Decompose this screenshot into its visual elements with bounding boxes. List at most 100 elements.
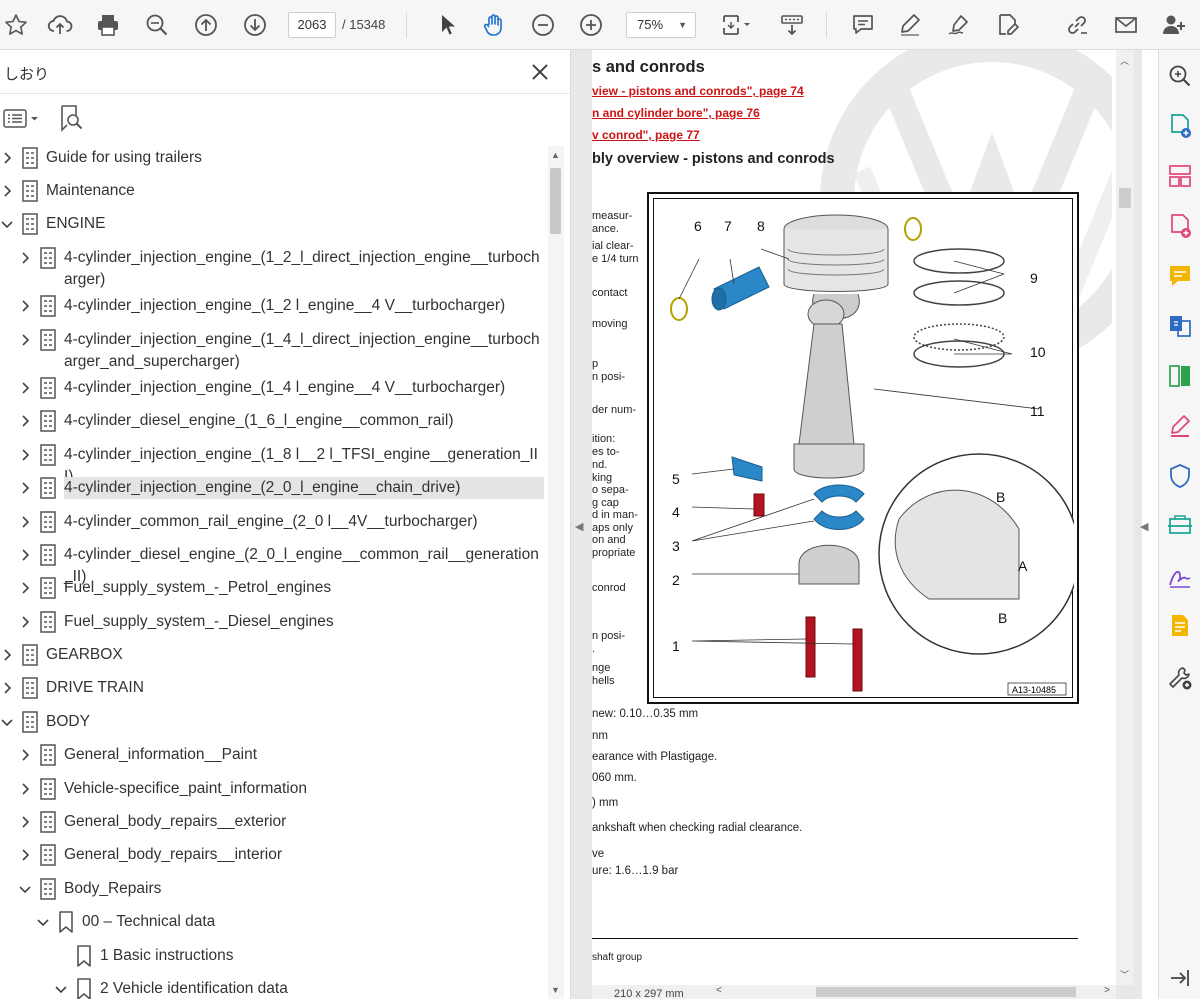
scrollbar-thumb[interactable] <box>1119 188 1131 208</box>
chevron-down-icon[interactable] <box>0 217 14 231</box>
zoom-out-icon[interactable] <box>527 9 559 41</box>
chevron-right-icon[interactable] <box>18 251 32 265</box>
document-vertical-scrollbar[interactable]: ︿ ﹀ <box>1116 50 1134 985</box>
bookmark-tree-icon <box>38 477 58 499</box>
request-signature-icon[interactable] <box>1166 562 1194 590</box>
piston-conrod-drawing: 6 7 8 9 10 11 5 4 3 2 1 B A B A13-10485 <box>670 214 1074 696</box>
bookmark-tree-icon <box>38 295 58 317</box>
note-fragment: nge <box>592 662 611 674</box>
doc-link[interactable]: view - pistons and conrods", page 74 <box>592 84 804 98</box>
link-icon[interactable] <box>1061 9 1093 41</box>
email-icon[interactable] <box>1110 9 1142 41</box>
bookmark-label: 4-cylinder_injection_engine_(1_2_l_direc… <box>64 249 540 288</box>
chevron-down-icon[interactable] <box>18 882 32 896</box>
select-arrow-icon[interactable] <box>431 9 463 41</box>
doc-link[interactable]: v conrod", page 77 <box>592 128 700 142</box>
highlight-icon[interactable] <box>894 9 926 41</box>
chevron-right-icon[interactable] <box>0 648 14 662</box>
document-viewport[interactable]: s and conrods view - pistons and conrods… <box>571 50 1142 999</box>
bookmark-scrollbar[interactable]: ▲ ▼ <box>548 146 564 999</box>
note-fragment: . <box>592 643 596 655</box>
scroll-mode-icon[interactable] <box>776 9 808 41</box>
chevron-right-icon[interactable] <box>18 448 32 462</box>
comment-tool-icon[interactable] <box>1166 262 1194 290</box>
bookmark-tree-icon <box>38 744 58 766</box>
share-user-icon[interactable] <box>1158 9 1190 41</box>
bearing-shell-upper <box>813 484 865 503</box>
spec-line: 060 mm. <box>592 772 637 784</box>
page-fit-icon[interactable] <box>716 9 756 41</box>
page-number-input[interactable]: 2063 <box>288 12 336 38</box>
export-pdf-icon[interactable] <box>1166 212 1194 240</box>
chevron-right-icon[interactable] <box>18 815 32 829</box>
more-tools-icon[interactable] <box>1166 664 1194 692</box>
scroll-up-icon[interactable]: ▲ <box>551 150 560 160</box>
create-pdf-icon[interactable] <box>1166 112 1194 140</box>
print-icon[interactable] <box>92 9 124 41</box>
find-bookmark-icon[interactable] <box>58 104 86 132</box>
protect-icon[interactable] <box>1166 462 1194 490</box>
chevron-right-icon[interactable] <box>18 581 32 595</box>
chevron-down-icon: ▼ <box>678 20 687 30</box>
close-icon[interactable] <box>528 60 552 84</box>
collapse-left-panel-icon[interactable]: ◀ <box>575 520 583 533</box>
scroll-right-icon[interactable]: > <box>1104 985 1110 996</box>
options-menu-button[interactable] <box>3 106 43 132</box>
scan-icon[interactable] <box>1166 512 1194 540</box>
scrollbar-thumb[interactable] <box>550 168 561 234</box>
upload-cloud-icon[interactable] <box>44 9 76 41</box>
chevron-right-icon[interactable] <box>18 848 32 862</box>
zoom-search-icon[interactable] <box>1166 62 1194 90</box>
organize-pages-icon[interactable] <box>1166 162 1194 190</box>
pdf-page: s and conrods view - pistons and conrods… <box>592 50 1116 985</box>
chevron-right-icon[interactable] <box>18 615 32 629</box>
chevron-down-icon[interactable] <box>36 915 50 929</box>
bookmark-label: Fuel_supply_system_-_Petrol_engines <box>64 579 332 596</box>
zoom-level-select[interactable]: 75% ▼ <box>626 12 696 38</box>
chevron-right-icon[interactable] <box>18 481 32 495</box>
doc-link[interactable]: n and cylinder bore", page 76 <box>592 106 760 120</box>
chevron-right-icon[interactable] <box>0 184 14 198</box>
note-fragment: g cap <box>592 497 619 509</box>
fill-sign-icon[interactable] <box>1166 412 1194 440</box>
page-down-icon[interactable] <box>239 9 271 41</box>
chevron-right-icon[interactable] <box>18 333 32 347</box>
chevron-right-icon[interactable] <box>0 151 14 165</box>
piston-pin-part <box>711 266 770 311</box>
page-up-icon[interactable] <box>190 9 222 41</box>
chevron-right-icon[interactable] <box>18 299 32 313</box>
compare-icon[interactable] <box>1166 362 1194 390</box>
chevron-right-icon[interactable] <box>18 414 32 428</box>
scroll-down-icon[interactable]: ﹀ <box>1120 968 1129 981</box>
collapse-right-panel-icon[interactable]: ◀ <box>1140 520 1148 533</box>
hand-tool-icon[interactable] <box>478 9 510 41</box>
chevron-right-icon[interactable] <box>18 515 32 529</box>
combine-files-icon[interactable] <box>1166 312 1194 340</box>
send-review-icon[interactable] <box>1166 612 1194 640</box>
bookmark-tree-icon <box>38 247 58 269</box>
chevron-right-icon[interactable] <box>0 681 14 695</box>
chevron-right-icon[interactable] <box>18 748 32 762</box>
chevron-right-icon[interactable] <box>18 782 32 796</box>
chevron-right-icon[interactable] <box>18 381 32 395</box>
bookmark-tree-icon <box>38 611 58 633</box>
scroll-down-icon[interactable]: ▼ <box>551 985 560 995</box>
callout-10: 10 <box>1030 344 1046 360</box>
bookmark-label: General_body_repairs__interior <box>64 846 282 863</box>
sign-icon[interactable] <box>943 9 975 41</box>
edit-pdf-icon[interactable] <box>992 9 1024 41</box>
chevron-down-icon[interactable] <box>0 715 14 729</box>
collapse-rail-icon[interactable] <box>1166 964 1194 992</box>
scroll-left-icon[interactable]: < <box>716 985 722 996</box>
scrollbar-thumb[interactable] <box>816 987 1076 997</box>
comment-icon[interactable] <box>847 9 879 41</box>
zoom-in-icon[interactable] <box>575 9 607 41</box>
chevron-down-icon[interactable] <box>54 982 68 996</box>
toolbar-divider <box>406 12 407 38</box>
scroll-up-icon[interactable]: ︿ <box>1120 54 1129 67</box>
note-fragment: moving <box>592 318 628 330</box>
zoom-search-icon[interactable] <box>141 9 173 41</box>
chevron-right-icon[interactable] <box>18 548 32 562</box>
callout-4: 4 <box>672 504 680 520</box>
bookmark-star-icon[interactable] <box>0 9 32 41</box>
